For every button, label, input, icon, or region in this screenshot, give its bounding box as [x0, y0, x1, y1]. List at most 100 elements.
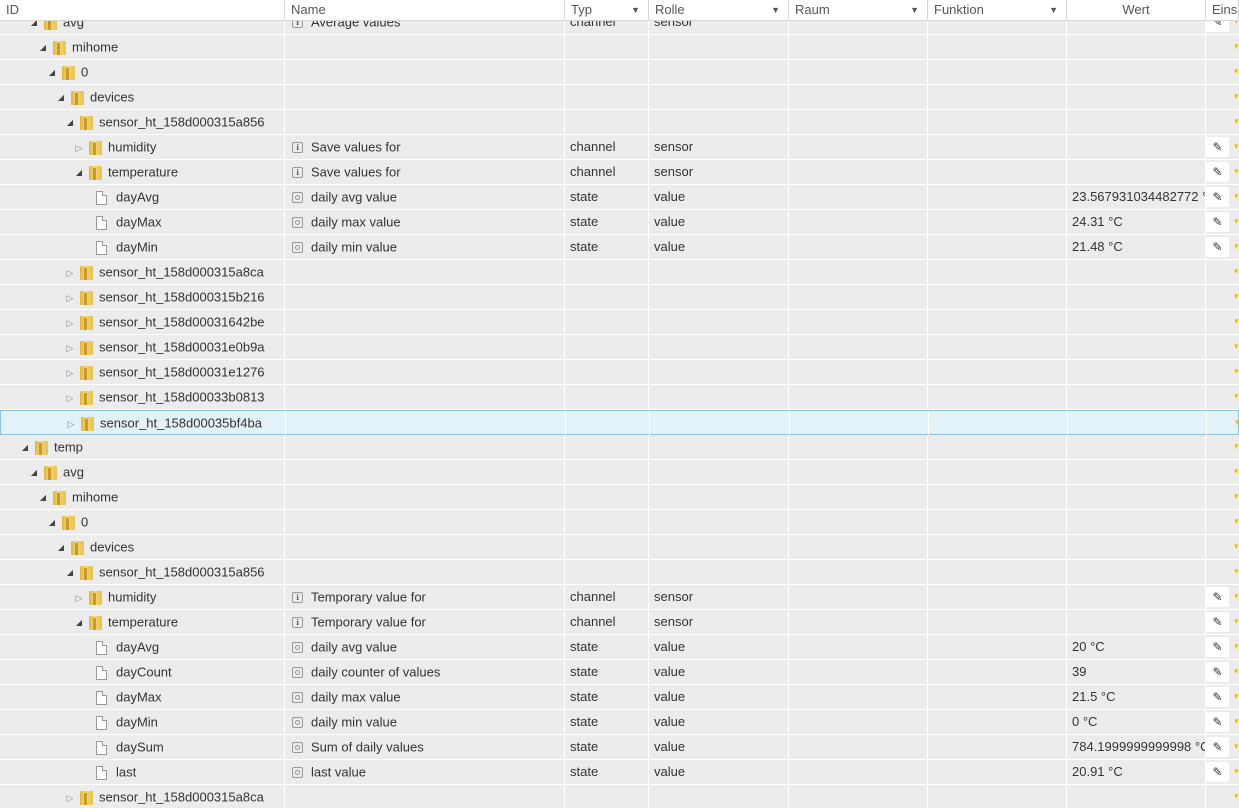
- tree-row[interactable]: dayMin daily min value state value 0 °C ✎ ▾: [0, 710, 1239, 735]
- edit-pencil-icon[interactable]: ✎: [1206, 187, 1229, 207]
- tree-row[interactable]: dayMin daily min value state value 21.48 °C ✎…: [0, 235, 1239, 260]
- collapse-triangle-icon[interactable]: ◢: [56, 86, 66, 109]
- tree-row[interactable]: ▷ sensor_ht_158d000315b216 ▾: [0, 285, 1239, 310]
- tree-row[interactable]: ◢ avg ▾: [0, 460, 1239, 485]
- tree-row[interactable]: dayMax daily max value state value 24.31 °C ✎…: [0, 210, 1239, 235]
- tree-row[interactable]: ▷ humidity ℹ Temporary value for channel sens…: [0, 585, 1239, 610]
- tree-row[interactable]: ▷ sensor_ht_158d00031e0b9a ▾: [0, 335, 1239, 360]
- expand-triangle-icon[interactable]: ▷: [66, 412, 76, 435]
- filter-dropdown-icon[interactable]: ▼: [771, 0, 780, 20]
- collapse-triangle-icon[interactable]: ◢: [65, 561, 75, 584]
- collapse-triangle-icon[interactable]: ◢: [65, 111, 75, 134]
- tree-row[interactable]: ◢ devices ▾: [0, 535, 1239, 560]
- function-cell: [928, 285, 1067, 309]
- collapse-triangle-icon[interactable]: ◢: [20, 436, 30, 459]
- filter-dropdown-icon[interactable]: ▼: [1049, 0, 1058, 20]
- filter-dropdown-icon[interactable]: ▼: [910, 0, 919, 20]
- tree-row[interactable]: last last value state value 20.91 °C ✎ ▾: [0, 760, 1239, 785]
- expand-triangle-icon[interactable]: ▷: [74, 136, 84, 159]
- room-cell: [790, 411, 929, 435]
- collapse-triangle-icon[interactable]: ◢: [38, 36, 48, 59]
- expand-triangle-icon[interactable]: ▷: [65, 286, 75, 309]
- folder-icon: [71, 90, 84, 106]
- edit-pencil-icon[interactable]: ✎: [1206, 137, 1229, 157]
- tree-row[interactable]: ▷ humidity ℹ Save values for channel sensor ✎ ▾: [0, 135, 1239, 160]
- expand-triangle-icon[interactable]: ▷: [65, 361, 75, 384]
- tree-row[interactable]: dayAvg daily avg value state value 23.567931…: [0, 185, 1239, 210]
- type-cell: [565, 560, 649, 584]
- collapse-triangle-icon[interactable]: ◢: [47, 61, 57, 84]
- tree-row[interactable]: ◢ temperature ℹ Temporary value for channel s…: [0, 610, 1239, 635]
- object-id-label: dayAvg: [116, 639, 160, 655]
- tree-row[interactable]: ◢ 0 ▾: [0, 60, 1239, 85]
- edit-pencil-icon[interactable]: ✎: [1206, 587, 1229, 607]
- tree-row[interactable]: ◢ mihome ▾: [0, 485, 1239, 510]
- room-cell: [789, 360, 928, 384]
- edit-pencil-icon[interactable]: ✎: [1206, 237, 1229, 257]
- tree-row[interactable]: ◢ temp ▾: [0, 435, 1239, 460]
- expand-triangle-icon[interactable]: ▷: [65, 336, 75, 359]
- state-file-icon: [96, 765, 107, 780]
- state-file-icon: [96, 190, 107, 205]
- tree-row[interactable]: ◢ devices ▾: [0, 85, 1239, 110]
- object-id-label: sensor_ht_158d00031e1276: [99, 364, 265, 380]
- tree-row[interactable]: dayMax daily max value state value 21.5 °C ✎ ▾: [0, 685, 1239, 710]
- tree-row[interactable]: ◢ temperature ℹ Save values for channel senso…: [0, 160, 1239, 185]
- role-cell: sensor: [649, 585, 789, 609]
- value-cell: 21.5 °C: [1067, 685, 1206, 709]
- role-cell: [649, 35, 789, 59]
- function-cell: [928, 110, 1067, 134]
- column-header-rolle[interactable]: Rolle ▼: [649, 0, 789, 20]
- collapse-triangle-icon[interactable]: ◢: [38, 486, 48, 509]
- edit-pencil-icon[interactable]: ✎: [1206, 737, 1229, 757]
- name-cell: [285, 110, 565, 134]
- edit-pencil-icon[interactable]: ✎: [1206, 212, 1229, 232]
- edit-pencil-icon[interactable]: ✎: [1206, 712, 1229, 732]
- expand-triangle-icon[interactable]: ▷: [65, 261, 75, 284]
- tree-row[interactable]: ▷ sensor_ht_158d000315a8ca ▾: [0, 785, 1239, 808]
- edit-pencil-icon[interactable]: ✎: [1206, 762, 1229, 782]
- tree-row[interactable]: daySum Sum of daily values state value 784.1…: [0, 735, 1239, 760]
- object-id-label: last: [116, 764, 137, 780]
- expand-triangle-icon[interactable]: ▷: [65, 786, 75, 808]
- edit-pencil-icon[interactable]: ✎: [1206, 162, 1229, 182]
- role-cell: value: [649, 635, 789, 659]
- tree-row[interactable]: ▷ sensor_ht_158d00031e1276 ▾: [0, 360, 1239, 385]
- collapse-triangle-icon[interactable]: ◢: [47, 511, 57, 534]
- tree-row[interactable]: ▷ sensor_ht_158d00035bf4ba ▾: [0, 410, 1239, 435]
- tree-row[interactable]: ◢ sensor_ht_158d000315a856 ▾: [0, 110, 1239, 135]
- expand-triangle-icon[interactable]: ▷: [74, 586, 84, 609]
- collapse-triangle-icon[interactable]: ◢: [74, 161, 84, 184]
- column-header-id[interactable]: ID: [0, 0, 285, 20]
- name-cell: [285, 485, 565, 509]
- column-header-typ[interactable]: Typ ▼: [565, 0, 649, 20]
- tree-row[interactable]: ▷ sensor_ht_158d00031642be ▾: [0, 310, 1239, 335]
- column-header-funktion[interactable]: Funktion ▼: [928, 0, 1067, 20]
- tree-row[interactable]: ◢ 0 ▾: [0, 510, 1239, 535]
- collapse-triangle-icon[interactable]: ◢: [29, 461, 39, 484]
- edit-pencil-icon[interactable]: ✎: [1206, 687, 1229, 707]
- edit-pencil-icon[interactable]: ✎: [1206, 637, 1229, 657]
- collapse-triangle-icon[interactable]: ◢: [74, 611, 84, 634]
- expand-triangle-icon[interactable]: ▷: [65, 386, 75, 409]
- room-cell: [789, 535, 928, 559]
- object-id-label: dayCount: [116, 664, 172, 680]
- tree-row[interactable]: ▷ sensor_ht_158d000315a8ca ▾: [0, 260, 1239, 285]
- tree-row[interactable]: ◢ sensor_ht_158d000315a856 ▾: [0, 560, 1239, 585]
- expand-triangle-icon[interactable]: ▷: [65, 311, 75, 334]
- filter-dropdown-icon[interactable]: ▼: [631, 0, 640, 20]
- column-header-raum[interactable]: Raum ▼: [789, 0, 928, 20]
- column-header-eins[interactable]: Eins: [1206, 0, 1239, 20]
- tree-row[interactable]: ◢ mihome ▾: [0, 35, 1239, 60]
- column-header-name[interactable]: Name: [285, 0, 565, 20]
- edit-pencil-icon[interactable]: ✎: [1206, 662, 1229, 682]
- collapse-triangle-icon[interactable]: ◢: [56, 536, 66, 559]
- tree-row[interactable]: dayCount daily counter of values state valu…: [0, 660, 1239, 685]
- edit-pencil-icon[interactable]: ✎: [1206, 612, 1229, 632]
- function-cell: [928, 610, 1067, 634]
- object-name-label: daily avg value: [311, 189, 397, 205]
- column-header-wert[interactable]: Wert: [1067, 0, 1206, 20]
- tree-row[interactable]: dayAvg daily avg value state value 20 °C ✎ ▾: [0, 635, 1239, 660]
- name-cell: [285, 785, 565, 808]
- tree-row[interactable]: ▷ sensor_ht_158d00033b0813 ▾: [0, 385, 1239, 410]
